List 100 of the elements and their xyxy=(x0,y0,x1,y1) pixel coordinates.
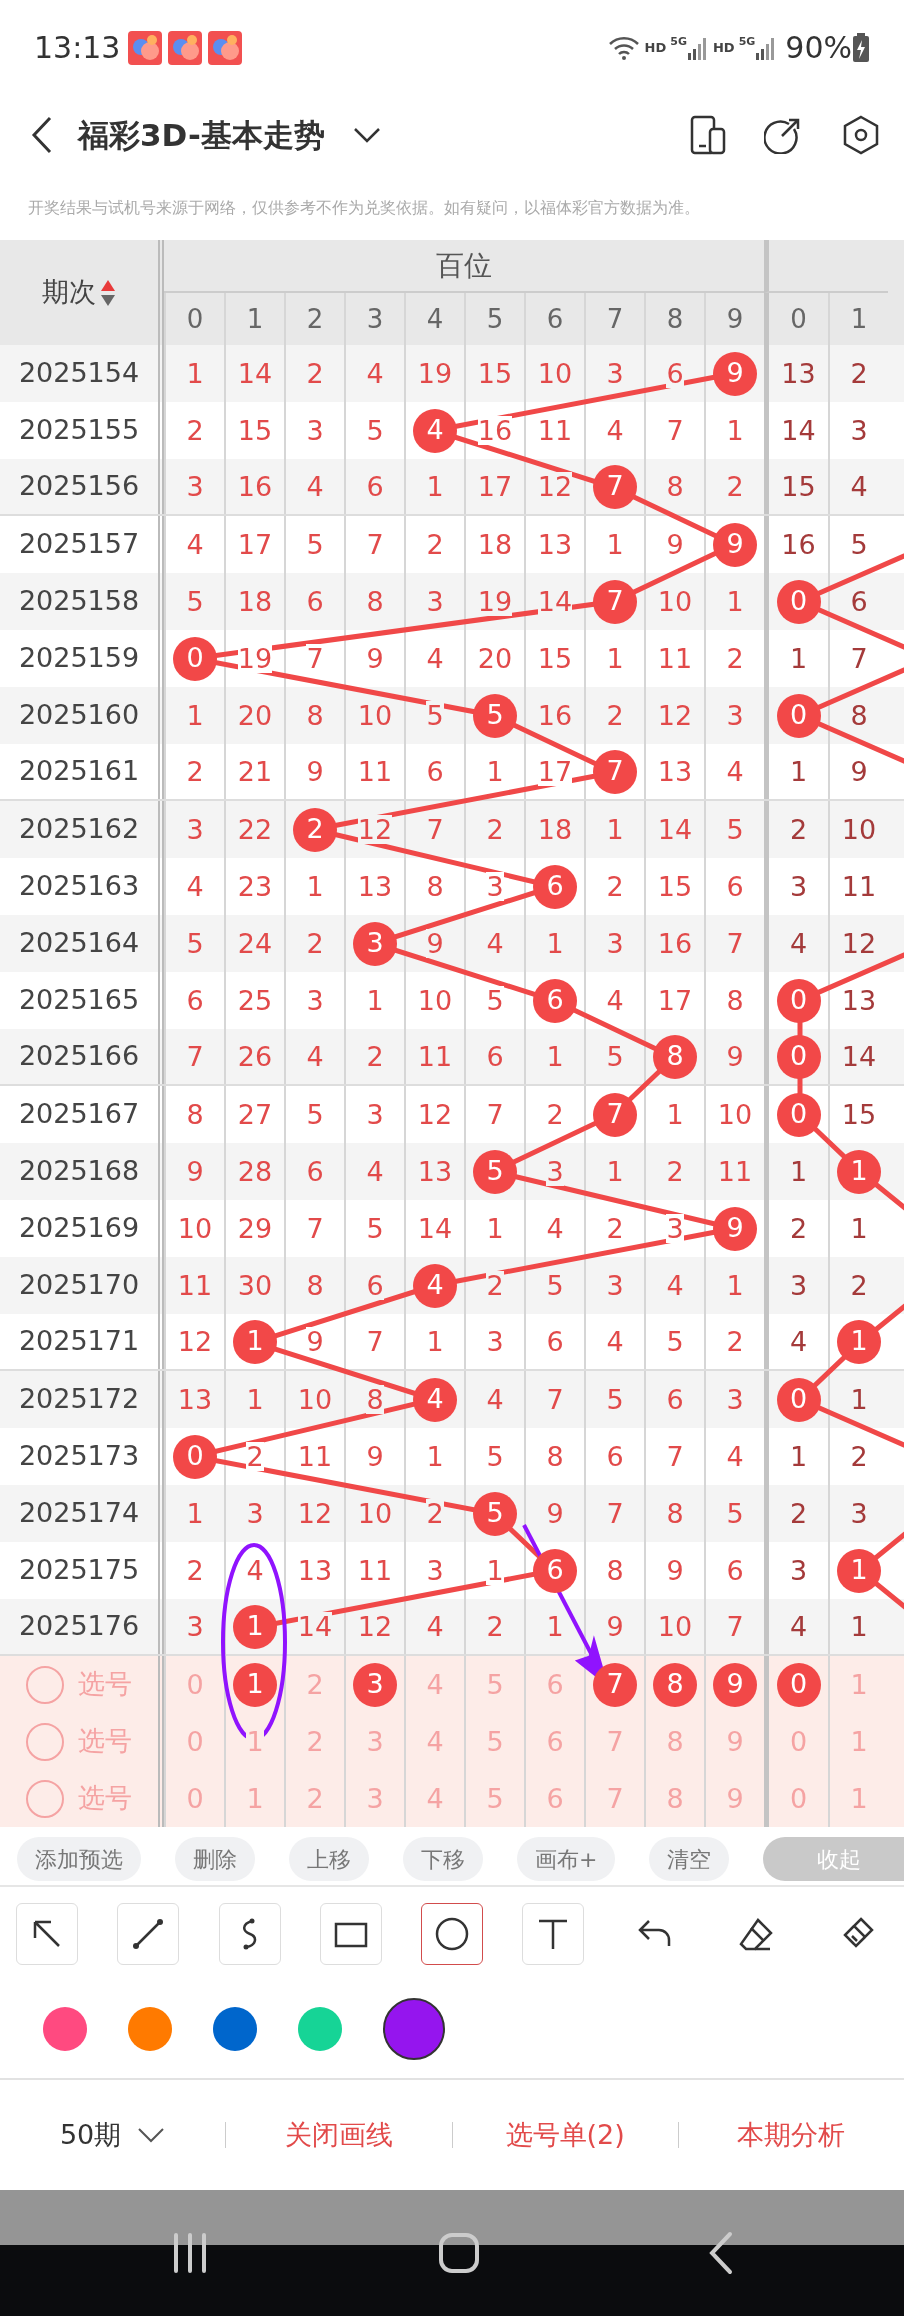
miss-count: 2 xyxy=(246,1441,264,1472)
period-number: 2025160 xyxy=(18,698,140,733)
curve-tool[interactable] xyxy=(218,1902,281,1965)
network-label: HD xyxy=(712,38,735,57)
color-swatch[interactable] xyxy=(213,2007,257,2051)
picked-number[interactable]: 9 xyxy=(713,1662,757,1707)
picked-number[interactable]: 3 xyxy=(353,1662,397,1707)
period-select[interactable]: 50期 xyxy=(59,2114,122,2156)
bottom-link[interactable]: 关闭画线 xyxy=(284,2114,393,2156)
action-button[interactable]: 画布+ xyxy=(517,1837,616,1881)
battery-icon xyxy=(852,32,870,63)
hit-number: 5 xyxy=(473,693,517,738)
hit-number: 5 xyxy=(473,1149,517,1194)
arrow-tool[interactable] xyxy=(16,1902,78,1965)
network-label: 5G xyxy=(670,34,687,50)
period-number: 2025175 xyxy=(18,1553,140,1588)
digit-header: 9 xyxy=(726,302,744,336)
back-icon[interactable] xyxy=(708,2231,734,2275)
settings-icon[interactable] xyxy=(842,115,880,155)
page-title: 福彩3D-基本走势 xyxy=(78,115,325,155)
hit-number: 6 xyxy=(533,864,577,909)
action-button[interactable]: 添加预选 xyxy=(17,1837,141,1881)
hit-number: 3 xyxy=(353,921,397,966)
period-number: 2025171 xyxy=(18,1324,140,1359)
hit-number: 6 xyxy=(533,1548,577,1593)
picked-number[interactable]: 8 xyxy=(653,1662,697,1707)
period-number: 2025164 xyxy=(18,926,140,961)
share-icon[interactable] xyxy=(764,116,802,154)
back-button[interactable] xyxy=(30,115,54,155)
miss-count: 19 xyxy=(237,643,273,674)
circle-tool[interactable] xyxy=(421,1902,483,1965)
hit-number: 4 xyxy=(413,1377,457,1422)
hit-number: 0 xyxy=(776,1092,821,1137)
period-number: 2025167 xyxy=(18,1097,140,1132)
digit-header: 0 xyxy=(186,302,204,336)
pick-label: 选号 xyxy=(78,1781,132,1816)
text-tool[interactable] xyxy=(522,1902,585,1965)
color-swatch[interactable] xyxy=(128,2007,172,2051)
home-icon[interactable] xyxy=(438,2232,480,2274)
digit-header: 1 xyxy=(850,302,868,336)
column-header[interactable]: 期次 xyxy=(42,272,96,313)
action-button[interactable]: 清空 xyxy=(649,1837,730,1881)
chevron-down-icon[interactable] xyxy=(137,2127,166,2143)
hit-number: 0 xyxy=(173,1434,217,1479)
digit-header: 5 xyxy=(486,302,504,336)
period-number: 2025159 xyxy=(18,641,140,676)
action-button[interactable]: 下移 xyxy=(403,1837,483,1881)
action-button[interactable]: 删除 xyxy=(175,1837,255,1881)
digit-header: 0 xyxy=(790,302,807,336)
hit-number: 8 xyxy=(653,1034,697,1079)
digit-header: 1 xyxy=(246,302,264,336)
digit-header: 4 xyxy=(426,302,444,336)
hit-number: 2 xyxy=(293,807,337,852)
pick-checkbox[interactable] xyxy=(26,1779,64,1818)
period-number: 2025154 xyxy=(18,356,140,391)
hit-number: 7 xyxy=(593,579,637,624)
chevron-down-icon[interactable] xyxy=(352,126,381,144)
hit-number: 9 xyxy=(713,351,757,396)
disclaimer-text: 开奖结果与试机号来源于网络，仅供参考不作为兑奖依据。如有疑问，以福体彩官方数据为准。 xyxy=(28,196,700,219)
digit-header: 3 xyxy=(366,302,384,336)
digit-header: 8 xyxy=(666,302,684,336)
color-swatch[interactable] xyxy=(298,2007,342,2051)
rectangle-tool[interactable] xyxy=(319,1902,382,1965)
period-number: 2025162 xyxy=(18,812,140,847)
app-notification-icon xyxy=(208,30,243,65)
line-tool[interactable] xyxy=(117,1902,180,1965)
picked-number[interactable]: 1 xyxy=(233,1662,277,1707)
digit-header: 7 xyxy=(606,302,624,336)
hit-number: 6 xyxy=(533,978,577,1023)
period-number: 2025174 xyxy=(18,1496,140,1531)
circle-icon[interactable] xyxy=(434,1915,470,1952)
period-number: 2025169 xyxy=(18,1211,140,1246)
sort-icon[interactable] xyxy=(100,278,116,307)
picked-number[interactable]: 7 xyxy=(593,1662,637,1707)
hit-number: 1 xyxy=(233,1604,277,1649)
period-number: 2025165 xyxy=(18,983,140,1018)
group-header: 百位 xyxy=(436,247,492,284)
hit-number: 7 xyxy=(593,464,637,509)
bottom-link[interactable]: 选号单(2) xyxy=(505,2114,625,2156)
pick-checkbox[interactable] xyxy=(26,1665,64,1704)
hit-number: 9 xyxy=(713,1206,757,1251)
hit-number: 0 xyxy=(173,636,217,681)
app-notification-icon xyxy=(128,30,163,65)
period-number: 2025155 xyxy=(18,413,140,448)
hit-number: 1 xyxy=(837,1149,881,1194)
bottom-link[interactable]: 本期分析 xyxy=(737,2114,846,2156)
period-number: 2025161 xyxy=(18,754,140,789)
device-icon[interactable] xyxy=(690,115,726,155)
period-number: 2025168 xyxy=(18,1154,140,1189)
network-label: 5G xyxy=(738,34,756,50)
network-label: HD xyxy=(644,38,667,57)
picked-number[interactable]: 0 xyxy=(776,1662,821,1707)
action-button[interactable]: 上移 xyxy=(289,1837,369,1881)
hit-number: 0 xyxy=(776,978,821,1023)
app-notification-icon xyxy=(168,30,203,65)
period-number: 2025166 xyxy=(18,1039,140,1074)
period-number: 2025158 xyxy=(18,584,140,619)
color-swatch[interactable] xyxy=(43,2007,87,2051)
miss-count: 3 xyxy=(486,871,504,902)
pick-checkbox[interactable] xyxy=(26,1722,64,1761)
